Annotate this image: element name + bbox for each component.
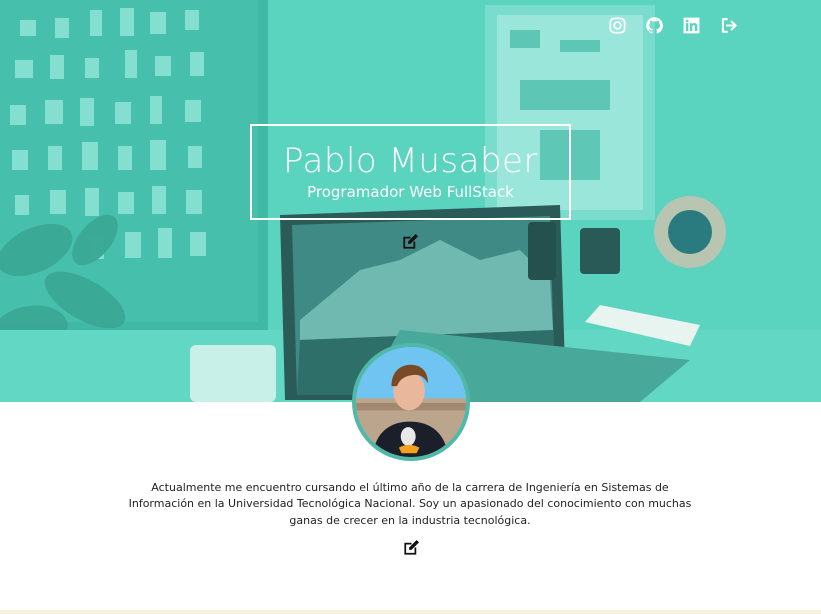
- about-text: Actualmente me encuentro cursando el últ…: [128, 481, 692, 527]
- edit-header-button[interactable]: [400, 231, 420, 251]
- linkedin-icon[interactable]: [680, 14, 702, 36]
- edit-icon: [402, 233, 418, 249]
- edit-icon: [403, 539, 419, 555]
- title-box: Pablo Musaber Programador Web FullStack: [250, 124, 571, 220]
- avatar: [352, 343, 470, 461]
- hero-banner: Pablo Musaber Programador Web FullStack: [0, 0, 821, 402]
- instagram-icon[interactable]: [606, 14, 628, 36]
- edit-about-button[interactable]: [401, 537, 421, 557]
- footer-divider: [0, 610, 821, 614]
- social-links: [606, 14, 739, 36]
- profile-name: Pablo Musaber: [283, 141, 538, 181]
- logout-icon[interactable]: [717, 14, 739, 36]
- profile-subtitle: Programador Web FullStack: [307, 183, 514, 201]
- github-icon[interactable]: [643, 14, 665, 36]
